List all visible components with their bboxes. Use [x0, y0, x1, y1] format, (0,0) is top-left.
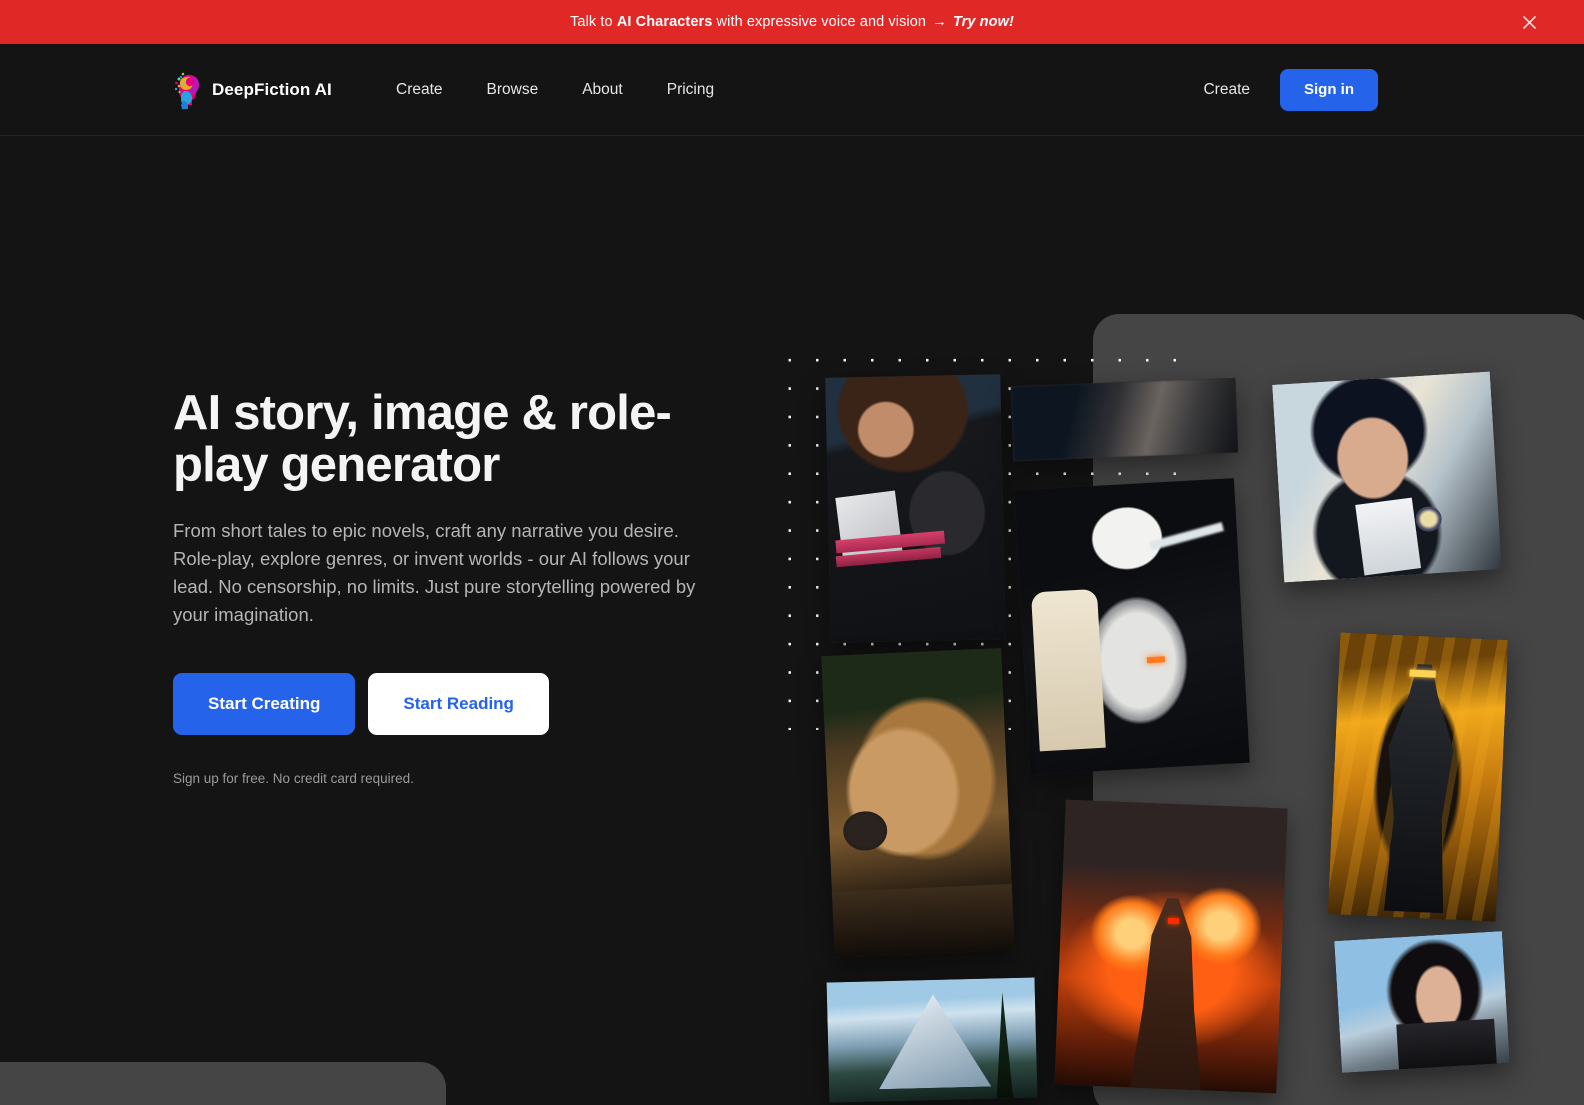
collage-thumbnails [760, 156, 1584, 1103]
nav-item-browse[interactable]: Browse [487, 81, 539, 99]
collage-image-dark-haired-woman-portrait[interactable] [1334, 931, 1510, 1073]
nav-item-pricing[interactable]: Pricing [667, 81, 714, 99]
hero-actions: Start Creating Start Reading [173, 673, 773, 736]
brand-logo-link[interactable]: DeepFiction AI [173, 71, 332, 109]
announcement-lead: Talk to [570, 14, 617, 30]
landing-page: Talk to AI Characters with expressive vo… [0, 0, 1584, 1105]
announcement-banner[interactable]: Talk to AI Characters with expressive vo… [0, 0, 1584, 44]
hero-section: AI story, image & role-play generator Fr… [0, 136, 1584, 1105]
announcement-cta-link[interactable]: Try now! [953, 14, 1014, 30]
collage-image-hooded-mage-with-torches[interactable] [1054, 799, 1288, 1094]
page-title: AI story, image & role-play generator [173, 386, 672, 492]
announcement-highlight: AI Characters [616, 14, 713, 30]
nav-item-about[interactable]: About [582, 81, 623, 99]
nav-item-create[interactable]: Create [396, 81, 443, 99]
bottom-left-decoration-panel [0, 1062, 446, 1105]
hero-subtitle: From short tales to epic novels, craft a… [173, 519, 696, 626]
close-icon[interactable] [1518, 11, 1540, 33]
brand-name: DeepFiction AI [212, 79, 332, 99]
announcement-text: Talk to AI Characters with expressive vo… [570, 14, 1014, 30]
hero-image-collage [760, 156, 1584, 1105]
header-create-link[interactable]: Create [1203, 81, 1250, 99]
site-header: DeepFiction AI Create Browse About Prici… [0, 44, 1584, 136]
start-reading-button[interactable]: Start Reading [368, 673, 549, 736]
signup-note: Sign up for free. No credit card require… [173, 771, 414, 787]
deepfiction-brain-logo-icon [173, 71, 203, 109]
collage-image-anime-girl-city-background[interactable] [1272, 371, 1502, 583]
collage-image-armored-spacesuit-soldier[interactable] [1014, 478, 1250, 775]
collage-image-armored-warrior-golden-corridor[interactable] [1327, 632, 1509, 922]
start-creating-button[interactable]: Start Creating [173, 673, 356, 736]
collage-image-brown-bear-in-water[interactable] [821, 648, 1015, 958]
hero-copy: AI story, image & role-play generator Fr… [173, 386, 773, 787]
arrow-right-icon: → [932, 14, 947, 30]
header-actions: Create Sign in [1203, 68, 1378, 111]
collage-image-cyberpunk-woman-black-jacket[interactable] [825, 374, 1006, 643]
main-nav: Create Browse About Pricing [396, 81, 714, 99]
announcement-mid: with expressive voice and vision [712, 14, 931, 30]
sign-in-button[interactable]: Sign in [1280, 68, 1378, 111]
collage-image-dark-blurred-sky-strip[interactable] [1010, 377, 1239, 462]
collage-image-snowy-mountain-landscape[interactable] [826, 977, 1038, 1103]
